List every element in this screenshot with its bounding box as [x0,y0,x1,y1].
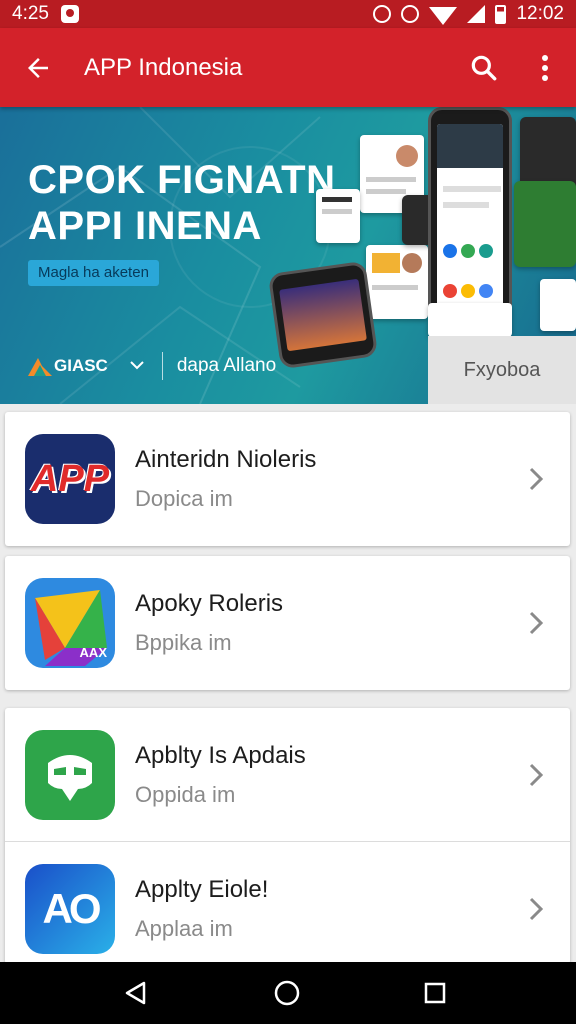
app-text: Ainteridn Nioleris Dopica im [135,446,316,512]
battery-icon [495,4,507,24]
app-list-item[interactable]: AAX Apoky Roleris Bppika im [5,556,570,690]
more-options-button[interactable] [526,46,564,90]
status-bar: 4:25 12:02 [0,0,576,28]
app-name: Apoky Roleris [135,590,284,617]
app-subtitle: Bppika im [135,630,232,655]
app-list-item[interactable]: AO Applty Eiole! Applaa im [5,842,570,964]
mini-card [366,245,428,319]
chevron-right-icon [529,763,544,787]
search-icon [471,55,497,81]
mini-card [514,181,576,267]
app-subtitle: Applaa im [135,916,233,941]
triangle-back-icon [125,981,146,1005]
brand-triangle-icon [28,358,52,376]
sync-icon [401,5,420,23]
app-red-logo-icon: APP [25,434,115,524]
signal-icon [467,5,486,23]
mini-card [316,189,360,243]
status-time: 12:02 [516,3,564,24]
app-text: Apoky Roleris Bppika im [135,590,283,656]
back-button[interactable] [0,28,76,107]
banner-action-button[interactable]: Fxyoboa [428,336,576,404]
app-bar: APP Indonesia [0,28,576,107]
system-nav-bar [0,962,576,1024]
mini-card [428,303,512,337]
app-subtitle: Dopica im [135,486,233,511]
circle-home-icon [274,980,300,1006]
banner-brand-row: GIASC dapa Allano [28,351,276,381]
chevron-down-icon[interactable] [130,357,144,375]
app-list-item[interactable]: Apblty Is Apdais Oppida im [5,708,570,842]
brand-logo: GIASC [28,356,108,376]
nav-recents-button[interactable] [405,973,465,1013]
phone-mockup [267,260,379,370]
mini-card [540,279,576,331]
page-title: APP Indonesia [84,53,243,81]
ao-logo-icon: AO [25,864,115,954]
chevron-right-icon [529,897,544,921]
chevron-right-icon [529,467,544,491]
more-vertical-icon [542,55,548,81]
nav-back-button[interactable] [106,973,166,1013]
brand-subtitle: dapa Allano [176,355,277,376]
brand-divider [161,352,163,380]
app-icon-text: AO [42,885,102,932]
alarm-icon [373,5,392,23]
search-button[interactable] [462,46,506,90]
green-mask-icon [25,730,115,820]
list-card: APP Ainteridn Nioleris Dopica im [5,412,570,546]
app-list-item[interactable]: APP Ainteridn Nioleris Dopica im [5,412,570,546]
arrow-left-icon [28,57,48,78]
app-text: Apblty Is Apdais Oppida im [135,742,306,808]
phone-mockup [428,107,512,325]
colorful-triangle-icon: AAX [25,578,115,668]
chevron-right-icon [529,611,544,635]
status-left-text: 4:25 [12,3,49,24]
app-name: Apblty Is Apdais [135,742,306,769]
app-icon-text: AAX [79,645,107,660]
app-name: Ainteridn Nioleris [135,446,317,473]
app-name: Applty Eiole! [135,876,269,903]
square-recents-icon [424,982,446,1004]
brand-name: GIASC [54,356,108,375]
list-card: AAX Apoky Roleris Bppika im [5,556,570,690]
notification-icon [60,5,79,23]
wifi-icon [429,7,458,25]
app-icon-text: APP [30,457,110,500]
app-text: Applty Eiole! Applaa im [135,876,268,942]
promo-banner[interactable]: CPOK FIGNATN APPI INENA Magla ha aketen … [0,107,576,404]
app-subtitle: Oppida im [135,782,236,807]
nav-home-button[interactable] [257,973,317,1013]
banner-tag: Magla ha aketen [28,260,159,286]
list-card: Apblty Is Apdais Oppida im AO Applty Eio… [5,708,570,964]
mini-card [520,117,576,191]
